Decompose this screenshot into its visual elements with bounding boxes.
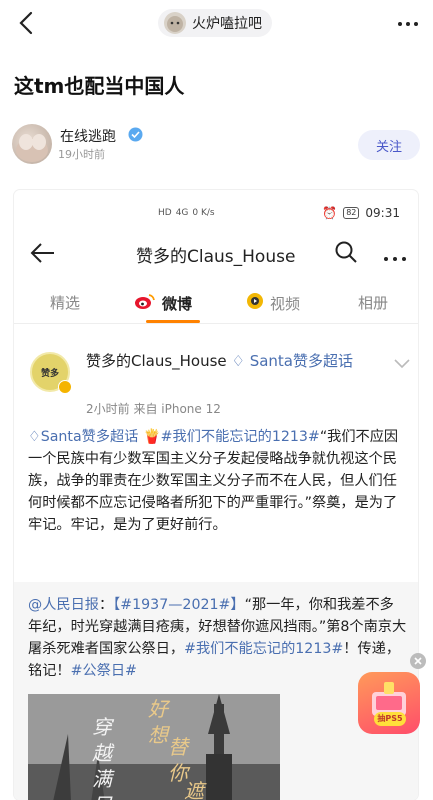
top-bar: 火炉嗑拉吧 — [0, 0, 433, 48]
avatar-text: 赞多 — [40, 368, 59, 379]
alarm-icon: ⏰ — [322, 206, 338, 220]
back-arrow-icon[interactable] — [30, 242, 56, 264]
svg-text:穿: 穿 — [92, 715, 115, 739]
promo-label[interactable]: 抽PS5 — [374, 712, 406, 726]
weibo-meta: 2小时前 来自 iPhone 12 — [86, 402, 221, 416]
network-label: HD — [158, 208, 172, 218]
body-hashtag[interactable]: #我们不能忘记的1213# — [161, 429, 320, 445]
tab-video[interactable]: 视频 — [246, 292, 300, 314]
back-arrow-icon[interactable] — [14, 10, 40, 36]
forum-chip[interactable]: 火炉嗑拉吧 — [158, 9, 272, 37]
network-status: HD 4G 0 K/s — [158, 208, 215, 218]
forum-avatar — [164, 12, 186, 34]
more-icon[interactable] — [397, 16, 419, 32]
repost-hashtag-3[interactable]: #公祭日# — [71, 663, 137, 679]
weibo-body: ♢Santa赞多超话 🍟#我们不能忘记的1213#“我们不应因一个民族中有少数军… — [28, 426, 408, 536]
close-icon[interactable] — [410, 653, 426, 669]
author-avatar[interactable] — [12, 124, 52, 164]
svg-text:好: 好 — [148, 697, 171, 721]
fries-icon: 🍟 — [142, 429, 161, 445]
tab-label: 相册 — [358, 294, 389, 312]
network-detail: 4G — [175, 208, 189, 218]
svg-text:遮: 遮 — [184, 779, 207, 800]
svg-text:想: 想 — [148, 723, 170, 747]
diamond-icon: ♢ — [28, 429, 41, 445]
weibo-author-name[interactable]: 赞多的Claus_House — [86, 352, 227, 370]
repost-image[interactable]: 穿 越 满 目 好 想 替 你 遮 — [28, 694, 280, 800]
verified-icon — [128, 127, 143, 142]
weibo-icon — [134, 292, 156, 314]
chevron-down-icon[interactable] — [394, 354, 410, 369]
forum-name: 火炉嗑拉吧 — [192, 16, 262, 32]
svg-text:满: 满 — [92, 767, 115, 791]
tab-featured[interactable]: 精选 — [50, 292, 80, 313]
repost-text: @人民日报：【#1937—2021#】“那一年，你和我差不多年纪，时光穿越满目疮… — [28, 597, 407, 679]
post-title: 这tm也配当中国人 — [14, 74, 185, 98]
repost-mention[interactable]: @人民日报 — [28, 597, 99, 613]
network-speed: 0 K/s — [192, 208, 215, 218]
tab-weibo[interactable]: 微博 — [134, 292, 192, 314]
svg-text:越: 越 — [92, 741, 115, 765]
author-name[interactable]: 在线逃跑 — [60, 126, 116, 146]
repost-hashtag-2[interactable]: #我们不能忘记的1213# — [184, 641, 343, 657]
svg-text:替: 替 — [168, 735, 190, 759]
post-time: 19小时前 — [58, 148, 105, 161]
tab-label: 微博 — [162, 294, 193, 313]
weibo-author-line: 赞多的Claus_House ♢ Santa赞多超话 — [86, 350, 386, 372]
battery-indicator: 82 — [343, 207, 360, 219]
weibo-tabs: 精选 微博 视频 相册 — [14, 280, 418, 324]
status-bar: HD 4G 0 K/s ⏰ 82 09:31 — [14, 190, 418, 230]
status-right: ⏰ 82 09:31 — [322, 206, 400, 220]
follow-button[interactable]: 关注 — [358, 130, 420, 160]
diamond-icon: ♢ — [231, 352, 245, 370]
tab-label: 视频 — [270, 294, 301, 313]
weibo-header: 赞多的Claus_House — [14, 230, 418, 276]
more-icon[interactable] — [382, 248, 408, 261]
clock: 09:31 — [365, 206, 400, 220]
vip-badge-icon — [58, 380, 72, 394]
search-icon[interactable] — [334, 240, 358, 264]
tab-album[interactable]: 相册 — [358, 292, 388, 313]
repost-hashtag-1[interactable]: 【#1937—2021#】 — [113, 597, 244, 613]
weibo-header-title: 赞多的Claus_House — [136, 247, 296, 267]
tab-label: 精选 — [50, 294, 81, 312]
video-icon — [246, 292, 264, 314]
svg-text:目: 目 — [92, 793, 113, 800]
body-super-tag[interactable]: Santa赞多超话 — [41, 429, 139, 445]
active-tab-indicator — [146, 320, 200, 323]
super-topic-tag[interactable]: Santa赞多超话 — [250, 352, 353, 370]
